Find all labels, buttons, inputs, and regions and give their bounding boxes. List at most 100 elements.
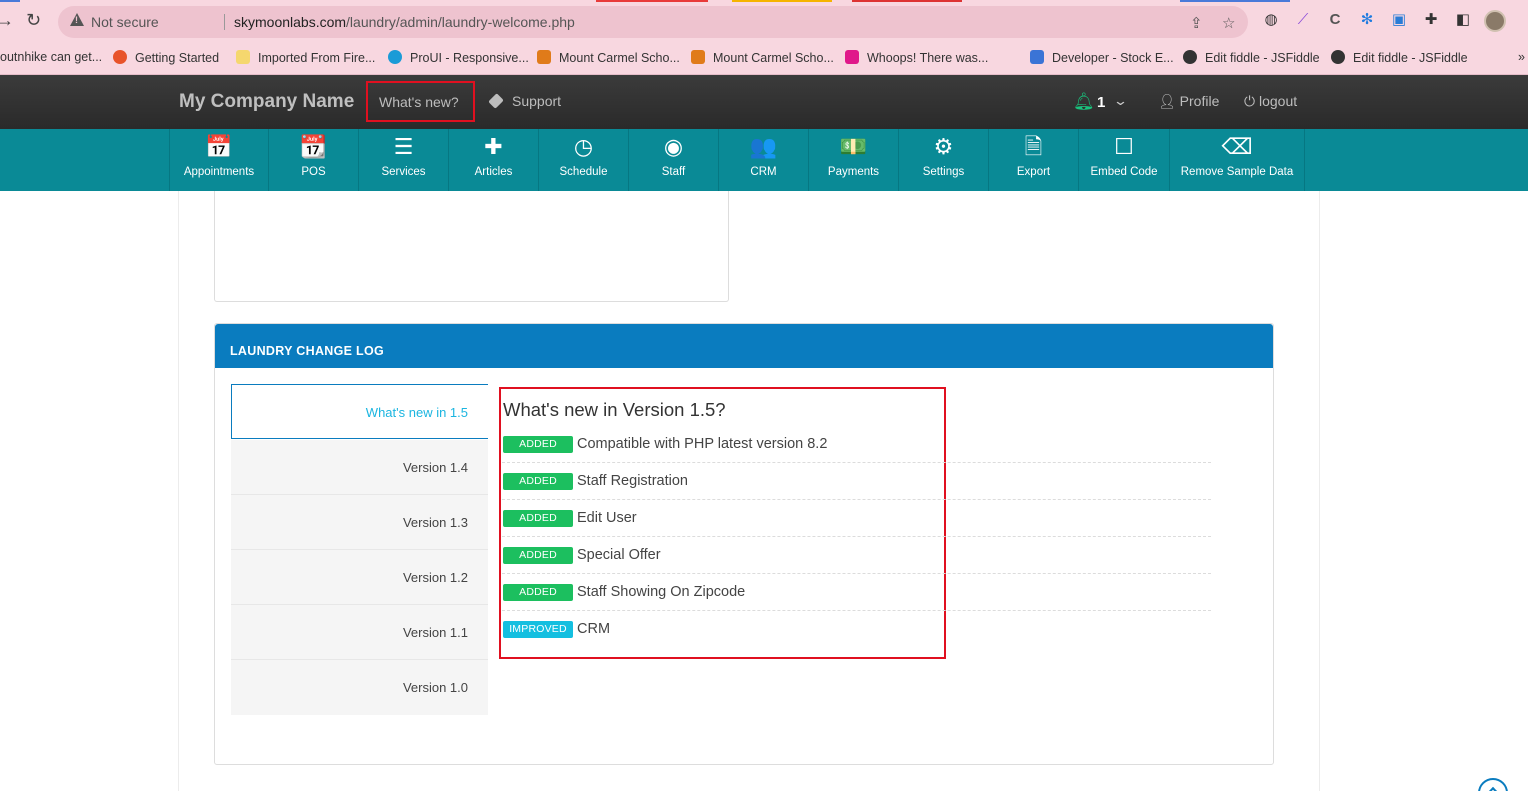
bookmark-item[interactable]: Whoops! There was... <box>845 50 988 65</box>
nav-label: POS <box>301 166 326 178</box>
nav-embed-code[interactable]: ☐ Embed Code <box>1078 129 1169 191</box>
scroll-to-top-button[interactable] <box>1478 778 1508 791</box>
feather-extension-icon[interactable]: ⟋ <box>1294 11 1312 29</box>
app-header: My Company Name What's new? Support 🔔︎ 1… <box>0 75 1528 129</box>
nav-label: Export <box>1016 166 1051 178</box>
support-link[interactable]: Support <box>488 93 562 109</box>
bookmark-item[interactable]: ProUI - Responsive... <box>388 50 529 65</box>
nav-settings[interactable]: ⚙ Settings <box>898 129 988 191</box>
logout-label: logout <box>1258 93 1298 109</box>
previous-panel <box>214 191 729 302</box>
nav-articles[interactable]: ✚ Articles <box>448 129 538 191</box>
robot-extension-icon[interactable]: ▣ <box>1390 11 1408 29</box>
added-badge: ADDED <box>503 510 573 527</box>
version-content-title: What's new in Version 1.5? <box>503 399 726 420</box>
user-circle-icon: ◉ <box>663 134 684 159</box>
bookmark-label: Getting Started <box>135 51 220 65</box>
omnibox-divider <box>224 14 225 30</box>
bookmark-label: Developer - Stock E... <box>1052 51 1174 65</box>
bookmark-label: ProUI - Responsive... <box>410 51 529 65</box>
profile-avatar[interactable] <box>1484 10 1506 32</box>
puzzle-icon: ✚ <box>484 134 503 159</box>
share-icon[interactable]: ⇪ <box>1190 14 1203 32</box>
nav-schedule[interactable]: ◷ Schedule <box>538 129 628 191</box>
version-tab-1-2[interactable]: Version 1.2 <box>231 550 488 605</box>
omnibox[interactable]: Not secure skymoonlabs.com/laundry/admin… <box>58 6 1248 38</box>
whats-new-link[interactable]: What's new? <box>366 81 475 122</box>
chevron-down-icon[interactable]: ⌄ <box>1113 93 1128 109</box>
added-badge: ADDED <box>503 436 573 453</box>
puzzle-extensions-icon[interactable]: ✚ <box>1422 11 1440 29</box>
gear-icon: ⚙ <box>933 134 954 159</box>
bookmark-item[interactable]: Developer - Stock E... <box>1030 50 1174 65</box>
more-bookmarks-icon[interactable]: » <box>1518 50 1525 64</box>
improved-badge: IMPROVED <box>503 621 573 638</box>
whats-new-label: What's new? <box>379 94 459 110</box>
globe-icon <box>1331 50 1345 64</box>
support-label: Support <box>512 93 562 109</box>
changelog-title: LAUNDRY CHANGE LOG <box>230 344 385 358</box>
nav-export[interactable]: 🗎 Export <box>988 129 1078 191</box>
nav-payments[interactable]: 💵 Payments <box>808 129 898 191</box>
bookmark-label: Mount Carmel Scho... <box>713 51 834 65</box>
reload-icon[interactable]: ↻ <box>26 10 41 31</box>
tab-strip-marker <box>852 0 962 2</box>
extension-icon[interactable]: ◍ <box>1262 11 1280 29</box>
logout-link[interactable]: ⏻ logout <box>1244 93 1297 110</box>
bookmark-item[interactable]: outnhike can get... <box>0 50 102 64</box>
nav-label: Settings <box>922 166 965 178</box>
nav-label: Services <box>381 166 426 178</box>
bell-icon[interactable]: 🔔︎ <box>1073 92 1095 112</box>
bookmark-item[interactable]: Edit fiddle - JSFiddle <box>1183 50 1320 65</box>
bookmark-item[interactable]: Getting Started <box>113 50 219 65</box>
nav-appointments[interactable]: 📅 Appointments <box>169 129 268 191</box>
nav-remove-sample-data[interactable]: ⌫ Remove Sample Data <box>1169 129 1304 191</box>
brand-name[interactable]: My Company Name <box>179 91 354 113</box>
bookmark-item[interactable]: Mount Carmel Scho... <box>691 50 834 65</box>
changelog-header: LAUNDRY CHANGE LOG <box>215 324 1273 368</box>
version-tab-label: Version 1.3 <box>402 515 468 530</box>
star-icon[interactable]: ☆ <box>1222 14 1235 32</box>
nav-crm[interactable]: 👥 CRM <box>718 129 808 191</box>
bookmark-item[interactable]: Mount Carmel Scho... <box>537 50 680 65</box>
square-icon: ☐ <box>1114 134 1134 159</box>
user-icon: 👤︎ <box>1158 93 1180 109</box>
changelog-entry: ADDED Staff Registration <box>502 463 1211 500</box>
snowflake-extension-icon[interactable]: ✻ <box>1358 11 1376 29</box>
profile-link[interactable]: 👤︎ Profile <box>1158 93 1219 110</box>
server-icon: ☰ <box>393 134 414 159</box>
version-tab-1-4[interactable]: Version 1.4 <box>231 440 488 495</box>
bookmark-item[interactable]: Edit fiddle - JSFiddle <box>1331 50 1468 65</box>
entry-text: Edit User <box>577 510 637 526</box>
nav-pos[interactable]: 📆 POS <box>268 129 358 191</box>
bookmark-label: Edit fiddle - JSFiddle <box>1205 51 1320 65</box>
version-tab-1-0[interactable]: Version 1.0 <box>231 660 488 715</box>
nav-label: Payments <box>827 166 880 178</box>
notification-count[interactable]: 1 <box>1097 94 1105 111</box>
version-tab-1-1[interactable]: Version 1.1 <box>231 605 488 660</box>
version-tab-1-3[interactable]: Version 1.3 <box>231 495 488 550</box>
nav-staff[interactable]: ◉ Staff <box>628 129 718 191</box>
bookmark-item[interactable]: Imported From Fire... <box>236 50 375 65</box>
tab-strip-marker <box>732 0 832 2</box>
version-tab-1-5[interactable]: What's new in 1.5 <box>231 384 488 439</box>
school-icon <box>691 50 705 64</box>
url-host[interactable]: skymoonlabs.com <box>234 14 346 30</box>
url-text[interactable]: skymoonlabs.com/laundry/admin/laundry-we… <box>234 14 575 30</box>
side-panel-icon[interactable]: ◧ <box>1454 11 1472 29</box>
profile-label: Profile <box>1179 93 1220 109</box>
bolt-icon <box>388 50 402 64</box>
warning-icon[interactable] <box>70 13 84 26</box>
document-icon <box>1030 50 1044 64</box>
nav-services[interactable]: ☰ Services <box>358 129 448 191</box>
changelog-panel: LAUNDRY CHANGE LOG What's new in 1.5 Ver… <box>214 323 1274 765</box>
forward-icon[interactable]: → <box>0 10 14 31</box>
nav-divider <box>1304 129 1305 191</box>
version-tab-label: What's new in 1.5 <box>365 405 468 420</box>
nav-label: CRM <box>750 166 777 178</box>
changelog-entry: ADDED Edit User <box>502 500 1211 537</box>
security-label[interactable]: Not secure <box>91 14 159 30</box>
url-path[interactable]: /laundry/admin/laundry-welcome.php <box>346 14 575 30</box>
entry-text: CRM <box>577 621 611 637</box>
ci-extension-icon[interactable]: C <box>1326 11 1344 29</box>
